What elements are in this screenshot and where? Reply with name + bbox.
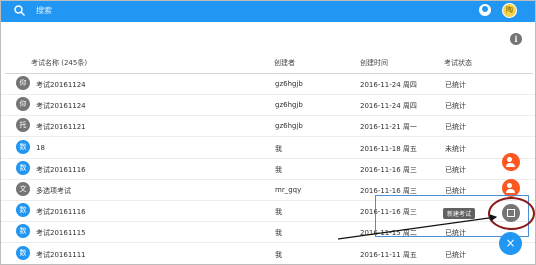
exam-list-window: 搜索 陶 i 考试名称 (245条) 创建者 创建时间 考试状态 仰考试2016… [0, 0, 536, 265]
annotation-arrow [337, 214, 498, 240]
